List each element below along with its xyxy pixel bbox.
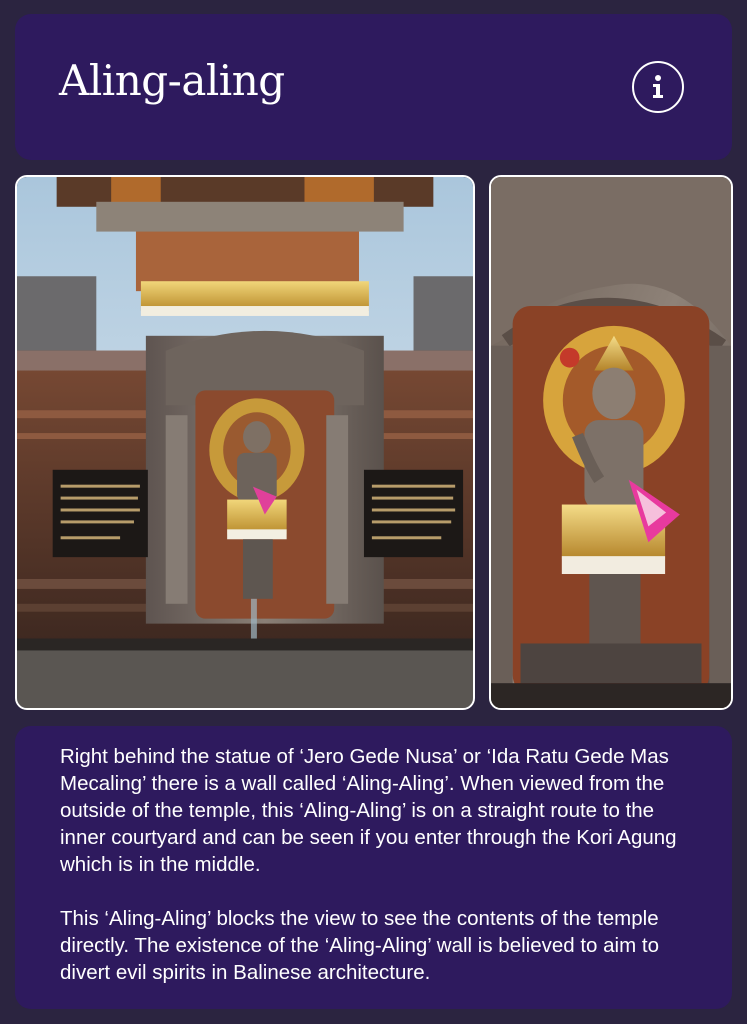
header-card: Aling-aling xyxy=(15,14,732,160)
description-paragraph-1: Right behind the statue of ‘Jero Gede Nu… xyxy=(60,745,677,876)
info-button[interactable] xyxy=(632,61,684,113)
info-icon xyxy=(653,75,663,98)
temple-wall-photo xyxy=(15,175,475,710)
statue-closeup-photo xyxy=(489,175,733,710)
page-title: Aling-aling xyxy=(59,56,285,105)
page: Aling-aling Right behind the statue of ‘… xyxy=(0,0,747,1024)
description-card: Right behind the statue of ‘Jero Gede Nu… xyxy=(15,726,732,1009)
description-paragraph-2: This ‘Aling-Aling’ blocks the view to se… xyxy=(60,907,659,984)
